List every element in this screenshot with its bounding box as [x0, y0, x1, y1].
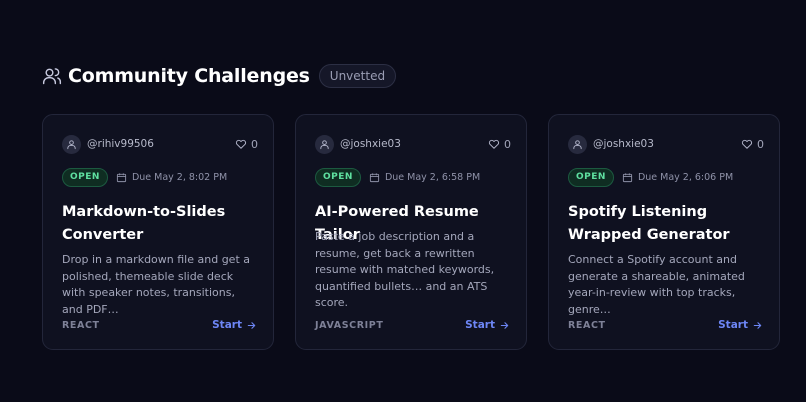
- due-text: Due May 2, 6:58 PM: [384, 171, 481, 183]
- start-label: Start: [718, 319, 748, 331]
- like-count: 0: [504, 137, 511, 151]
- heart-icon: [235, 139, 247, 149]
- user-icon: [315, 134, 334, 154]
- heart-icon: [488, 139, 500, 149]
- author: @rihiv99506: [62, 134, 154, 154]
- like-count: 0: [251, 137, 258, 151]
- user-icon: [62, 134, 81, 154]
- start-button[interactable]: Start: [718, 319, 763, 331]
- arrow-right-icon: [247, 321, 256, 329]
- due-text: Due May 2, 8:02 PM: [131, 171, 228, 183]
- arrow-right-icon: [500, 321, 509, 329]
- tech-tag: REACT: [568, 319, 606, 331]
- card-description: Connect a Spotify account and generate a…: [568, 253, 745, 316]
- calendar-icon: [116, 172, 127, 182]
- username: @joshxie03: [340, 138, 401, 150]
- start-label: Start: [212, 319, 242, 331]
- card-description: Paste a job description and a resume, ge…: [315, 230, 495, 309]
- arrow-right-icon: [753, 321, 762, 329]
- start-label: Start: [465, 319, 495, 331]
- users-icon: [42, 66, 62, 86]
- status-badge: OPEN: [62, 167, 108, 187]
- status-badge: OPEN: [568, 167, 614, 187]
- calendar-icon: [369, 172, 380, 182]
- challenge-card[interactable]: @rihiv99506 0 OPEN Due May 2, 8:02 PM Ma…: [42, 114, 274, 350]
- username: @joshxie03: [593, 138, 654, 150]
- section-header: Community Challenges Unvetted: [42, 63, 397, 89]
- like-button[interactable]: 0: [741, 138, 764, 151]
- like-button[interactable]: 0: [488, 138, 511, 151]
- card-title: Markdown-to-Slides Converter: [62, 204, 226, 243]
- challenge-card[interactable]: @joshxie03 0 OPEN Due May 2, 6:06 PM Spo…: [548, 114, 780, 350]
- card-title: Spotify Listening Wrapped Generator: [568, 204, 730, 243]
- challenge-card[interactable]: @joshxie03 0 OPEN Due May 2, 6:58 PM AI-…: [295, 114, 527, 350]
- due-date: Due May 2, 8:02 PM: [116, 172, 227, 183]
- due-text: Due May 2, 6:06 PM: [637, 171, 734, 183]
- like-count: 0: [757, 137, 764, 151]
- author: @joshxie03: [568, 134, 654, 154]
- due-date: Due May 2, 6:58 PM: [369, 172, 480, 183]
- user-icon: [568, 134, 587, 154]
- due-date: Due May 2, 6:06 PM: [622, 172, 733, 183]
- status-badge: OPEN: [315, 167, 361, 187]
- tech-tag: REACT: [62, 319, 100, 331]
- author: @joshxie03: [315, 134, 401, 154]
- start-button[interactable]: Start: [465, 319, 510, 331]
- card-description: Drop in a markdown file and get a polish…: [62, 253, 250, 316]
- username: @rihiv99506: [87, 138, 154, 150]
- like-button[interactable]: 0: [235, 138, 258, 151]
- section-title: Community Challenges: [68, 65, 310, 87]
- unvetted-badge: Unvetted: [318, 64, 397, 88]
- calendar-icon: [622, 172, 633, 182]
- tech-tag: JAVASCRIPT: [315, 319, 384, 331]
- heart-icon: [741, 139, 753, 149]
- start-button[interactable]: Start: [212, 319, 257, 331]
